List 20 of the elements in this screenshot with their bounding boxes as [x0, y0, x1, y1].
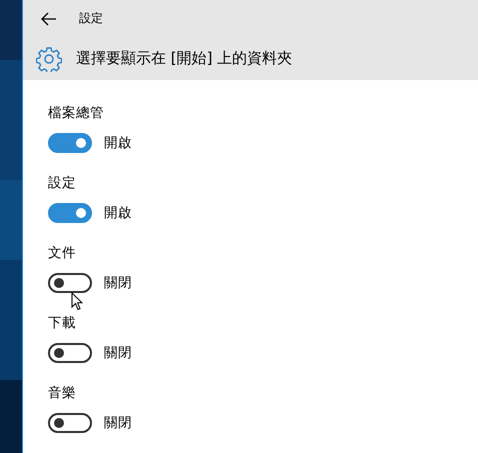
toggle-switch[interactable]: [48, 273, 92, 293]
mouse-pointer-icon: [71, 292, 83, 311]
setting-label: 音樂: [48, 384, 77, 403]
setting-label: 檔案總管: [48, 104, 105, 123]
toggle-switch[interactable]: [48, 203, 92, 223]
setting-label: 文件: [48, 244, 77, 263]
toggle-state-text: 關閉: [104, 414, 132, 432]
setting-label: 設定: [48, 174, 77, 193]
toggle-switch[interactable]: [48, 413, 92, 433]
gear-icon: [36, 46, 62, 72]
toggle-state-text: 關閉: [104, 344, 132, 362]
toggle-state-text: 開啟: [104, 134, 132, 152]
page-title: 選擇要顯示在 [開始] 上的資料夾: [76, 49, 292, 68]
toggle-switch[interactable]: [48, 343, 92, 363]
toggle-switch[interactable]: [48, 133, 92, 153]
toggle-state-text: 開啟: [104, 204, 132, 222]
window-title: 設定: [79, 10, 103, 28]
toggle-state-text: 關閉: [104, 274, 132, 292]
back-arrow-icon[interactable]: [41, 12, 57, 26]
setting-label: 下載: [48, 314, 77, 333]
